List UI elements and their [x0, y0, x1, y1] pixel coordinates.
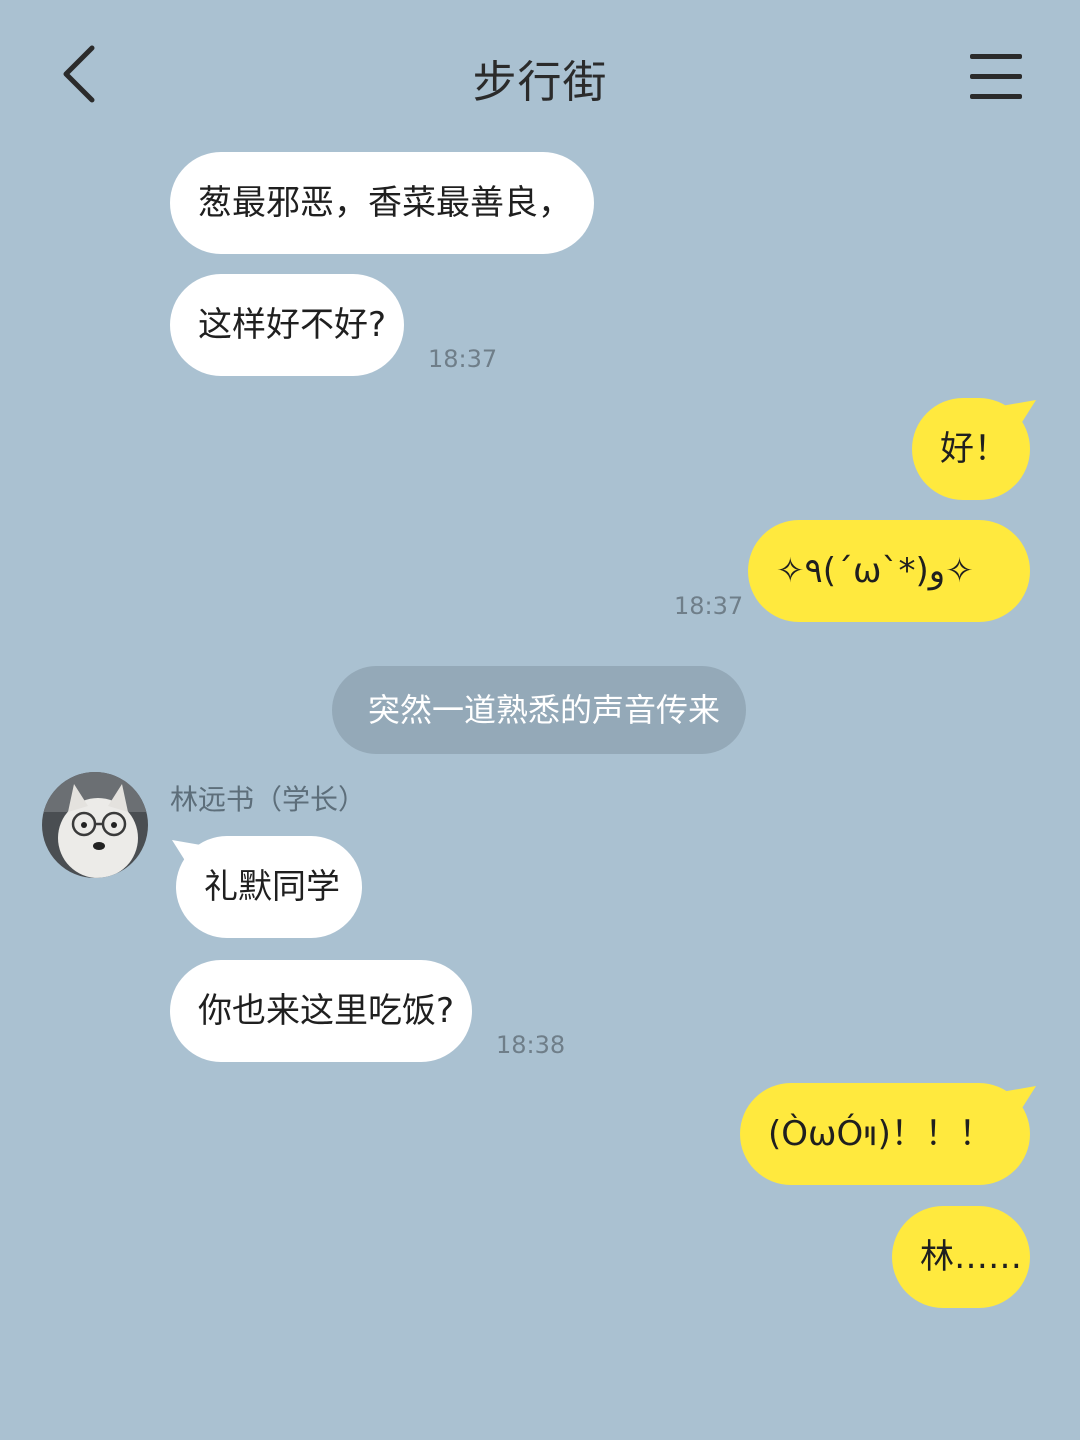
page-title: 步行街: [472, 57, 608, 108]
outgoing-message[interactable]: ✧٩(ˊωˋ*)و✧: [748, 520, 1030, 622]
sender-name: 林远书（学长）: [170, 783, 367, 816]
timestamp: 18:37: [674, 592, 744, 620]
timestamp: 18:37: [428, 345, 498, 373]
avatar[interactable]: [42, 772, 148, 878]
outgoing-message[interactable]: 好！: [912, 398, 1030, 500]
menu-button[interactable]: [964, 48, 1028, 104]
outgoing-message[interactable]: 林……: [892, 1206, 1030, 1308]
incoming-message[interactable]: 这样好不好?: [170, 274, 404, 376]
dog-avatar-icon: [42, 772, 148, 878]
chat-header: 步行街: [0, 0, 1080, 150]
incoming-message[interactable]: 礼默同学: [176, 836, 362, 938]
system-notice: 突然一道熟悉的声音传来: [332, 666, 746, 754]
hamburger-menu-icon: [970, 54, 1022, 99]
incoming-message[interactable]: 葱最邪恶，香菜最善良，: [170, 152, 594, 254]
outgoing-message[interactable]: (ÒωÓױ)！！！: [740, 1083, 1030, 1185]
incoming-message[interactable]: 你也来这里吃饭?: [170, 960, 472, 1062]
timestamp: 18:38: [496, 1031, 566, 1059]
